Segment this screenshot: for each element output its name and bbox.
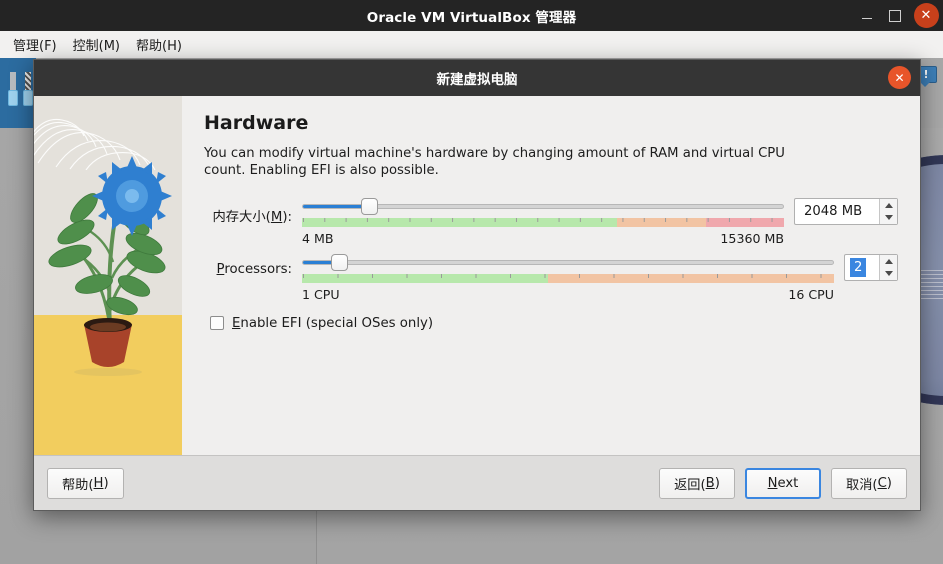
memory-band-ticks	[302, 217, 784, 227]
processors-spinbox[interactable]: 2	[844, 253, 898, 281]
wizard-content: Hardware You can modify virtual machine'…	[182, 96, 920, 455]
processors-slider-groove	[302, 259, 834, 265]
processors-row: Processors: 1 CPU 16 CPU 2	[204, 252, 898, 302]
memory-slider-fill	[303, 204, 370, 208]
processors-max-label: 16 CPU	[788, 286, 834, 302]
page-description: You can modify virtual machine's hardwar…	[204, 146, 785, 179]
help-button-prefix: 帮助(	[62, 477, 94, 493]
processors-slider-wrap: 1 CPU 16 CPU	[292, 252, 834, 302]
menu-item-help[interactable]: 帮助(H)	[129, 32, 189, 57]
dialog-titlebar: 新建虚拟电脑 ✕	[34, 60, 920, 96]
menu-item-manage[interactable]: 管理(F)	[6, 32, 64, 57]
manager-menubar: 管理(F) 控制(M) 帮助(H)	[0, 31, 943, 58]
memory-label-mnemonic: M	[270, 209, 283, 225]
memory-label-tail: ):	[282, 209, 292, 225]
cancel-button[interactable]: 取消(C)	[831, 467, 907, 499]
manager-window-title: Oracle VM VirtualBox 管理器	[366, 9, 577, 26]
processors-label-tail: rocessors:	[224, 261, 292, 277]
memory-max-label: 15360 MB	[720, 230, 784, 246]
processors-band	[302, 273, 834, 283]
processors-value-pad	[866, 255, 879, 280]
next-button-suffix: ext	[777, 475, 799, 491]
footer-buttons: 返回(B) Next 取消(C)	[659, 467, 907, 499]
page-title: Hardware	[204, 112, 309, 134]
dialog-body: Hardware You can modify virtual machine'…	[34, 96, 920, 455]
help-button-suffix: )	[103, 475, 109, 491]
wizard-illustration	[34, 96, 182, 455]
memory-slider[interactable]	[302, 196, 784, 220]
efi-label-tail: nable EFI (special OSes only)	[240, 315, 434, 331]
enable-efi-checkbox[interactable]	[210, 316, 224, 331]
close-icon: ✕	[913, 3, 939, 28]
memory-band	[302, 217, 784, 227]
close-button[interactable]: ✕	[909, 0, 943, 31]
screwdriver-icon	[8, 72, 18, 106]
memory-min-label: 4 MB	[302, 230, 334, 246]
manager-titlebar: Oracle VM VirtualBox 管理器 ✕	[0, 0, 943, 31]
menu-item-control[interactable]: 控制(M)	[66, 32, 127, 57]
help-button-mnemonic: H	[93, 475, 104, 491]
processors-spin-buttons	[879, 254, 897, 280]
back-button-suffix: )	[714, 475, 720, 491]
dialog-title: 新建虚拟电脑	[436, 72, 518, 88]
memory-range-labels: 4 MB 15360 MB	[302, 231, 784, 246]
next-button[interactable]: Next	[745, 467, 821, 499]
potted-plant-illustration	[48, 156, 172, 376]
cancel-button-prefix: 取消(	[846, 477, 878, 493]
enable-efi-label: Enable EFI (special OSes only)	[232, 316, 433, 331]
processors-band-ticks	[302, 273, 834, 283]
memory-spin-down-icon[interactable]	[884, 215, 893, 221]
memory-spin-up-icon[interactable]	[884, 202, 893, 208]
back-button[interactable]: 返回(B)	[659, 467, 735, 499]
back-button-prefix: 返回(	[674, 477, 706, 493]
minimize-button[interactable]	[853, 0, 881, 31]
dialog-footer: 帮助(H) 返回(B) Next 取消(C)	[34, 455, 920, 510]
memory-slider-handle[interactable]	[360, 197, 378, 215]
processors-spin-down-icon[interactable]	[884, 271, 893, 277]
memory-slider-wrap: 4 MB 15360 MB	[292, 196, 784, 246]
next-button-mnemonic: N	[767, 475, 778, 491]
memory-size-label: 内存大小(M):	[204, 196, 292, 225]
processors-min-label: 1 CPU	[302, 286, 340, 302]
help-button[interactable]: 帮助(H)	[47, 467, 124, 499]
memory-spin-buttons	[879, 198, 897, 224]
back-button-mnemonic: B	[705, 475, 715, 491]
processors-value[interactable]: 2	[850, 257, 867, 277]
processors-range-labels: 1 CPU 16 CPU	[302, 287, 834, 302]
cancel-button-suffix: )	[886, 475, 892, 491]
window-controls: ✕	[853, 0, 943, 31]
enable-efi-row[interactable]: Enable EFI (special OSes only)	[210, 316, 898, 331]
processors-spin-up-icon[interactable]	[884, 258, 893, 264]
processors-slider-handle[interactable]	[330, 253, 348, 271]
file-tool-icon	[23, 72, 33, 106]
memory-size-value[interactable]: 2048 MB	[795, 199, 879, 224]
processors-slider[interactable]	[302, 252, 834, 276]
manager-tools-toolbar[interactable]	[0, 58, 36, 128]
maximize-button[interactable]	[881, 0, 909, 31]
cancel-button-mnemonic: C	[877, 475, 887, 491]
memory-label-text: 内存大小(	[212, 209, 271, 225]
memory-size-spinbox[interactable]: 2048 MB	[794, 197, 898, 225]
new-vm-wizard-dialog: 新建虚拟电脑 ✕ Hardware You can modify virtual…	[33, 59, 921, 511]
dialog-close-icon[interactable]: ✕	[888, 66, 911, 89]
processors-label: Processors:	[204, 252, 292, 277]
memory-size-row: 内存大小(M): 4 MB 15360 MB 2048 MB	[204, 196, 898, 246]
